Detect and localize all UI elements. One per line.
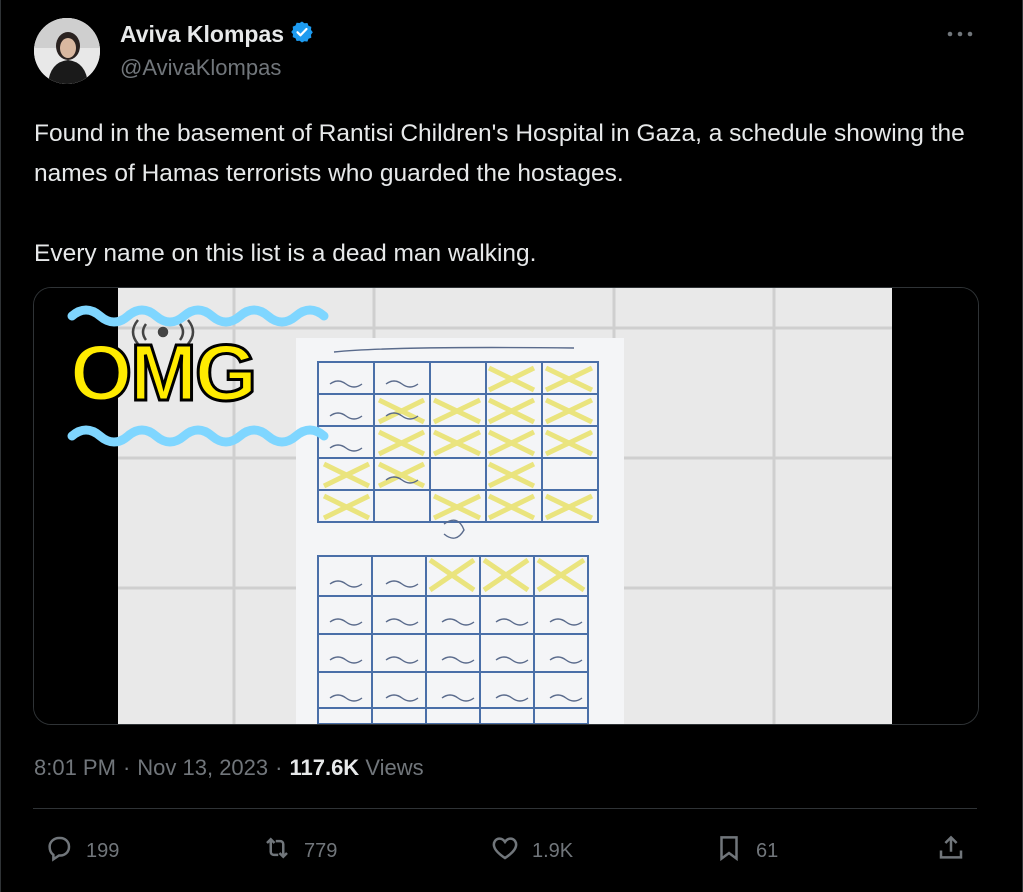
bookmark-count: 61 bbox=[756, 839, 779, 862]
avatar[interactable] bbox=[34, 18, 100, 84]
meta-separator: · bbox=[122, 755, 131, 780]
tweet-image[interactable]: OMG bbox=[33, 287, 979, 725]
action-bar: 199 779 1.9K 61 bbox=[0, 828, 1023, 874]
reply-icon bbox=[44, 833, 74, 869]
reply-button[interactable]: 199 bbox=[44, 828, 119, 874]
tweet-date[interactable]: Nov 13, 2023 bbox=[137, 755, 268, 781]
repost-icon bbox=[262, 833, 292, 869]
share-icon bbox=[936, 833, 966, 869]
verified-badge-icon bbox=[290, 20, 314, 49]
bookmark-button[interactable]: 61 bbox=[714, 828, 778, 874]
omg-sticker-text: OMG bbox=[68, 327, 258, 419]
more-options-icon[interactable] bbox=[946, 22, 974, 45]
views-label: Views bbox=[365, 755, 424, 780]
author-handle[interactable]: @AvivaKlompas bbox=[120, 55, 281, 81]
meta-separator: · bbox=[275, 755, 283, 780]
reply-count: 199 bbox=[86, 839, 120, 862]
views-count: 117.6K bbox=[289, 755, 360, 780]
tweet-text: Found in the basement of Rantisi Childre… bbox=[34, 120, 965, 267]
tweet-time[interactable]: 8:01 PM bbox=[34, 755, 116, 781]
divider bbox=[33, 808, 977, 809]
tweet-meta: 8:01 PM · Nov 13, 2023 · 117.6K Views bbox=[34, 755, 424, 781]
author-name-row: Aviva Klompas bbox=[120, 20, 314, 49]
repost-count: 779 bbox=[304, 839, 338, 862]
share-button[interactable] bbox=[936, 828, 966, 874]
like-button[interactable]: 1.9K bbox=[490, 828, 573, 874]
bookmark-icon bbox=[714, 833, 744, 869]
like-count: 1.9K bbox=[532, 839, 574, 862]
heart-icon bbox=[490, 833, 520, 869]
author-name[interactable]: Aviva Klompas bbox=[120, 21, 284, 48]
repost-button[interactable]: 779 bbox=[262, 828, 337, 874]
